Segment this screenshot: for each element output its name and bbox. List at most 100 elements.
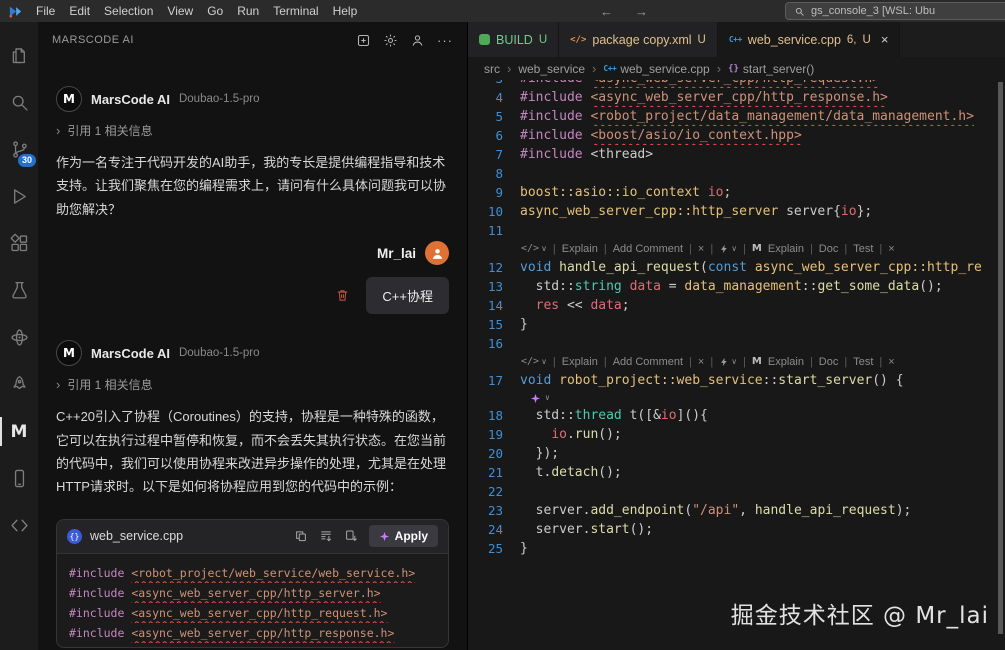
code-line[interactable]: 8 [468, 164, 1005, 183]
codelens-add-comment[interactable]: Add Comment [613, 353, 683, 371]
menu-go[interactable]: Go [200, 4, 230, 18]
code-text [520, 164, 1005, 183]
bolt-icon[interactable] [719, 244, 729, 254]
reference-toggle[interactable]: › 引用 1 相关信息 [56, 376, 449, 393]
bolt-icon[interactable] [719, 357, 729, 367]
activity-device-preview[interactable] [0, 455, 38, 502]
code-text: #include <async_web_server_cpp/http_resp… [520, 88, 1005, 107]
code-line[interactable]: 21 t.detach(); [468, 463, 1005, 482]
code-editor[interactable]: 3#include <async_web_server_cpp/http_req… [468, 80, 1005, 650]
tab-build[interactable]: BUILDU [468, 22, 559, 57]
reference-toggle[interactable]: › 引用 1 相关信息 [56, 122, 449, 139]
code-line[interactable]: 4#include <async_web_server_cpp/http_res… [468, 88, 1005, 107]
code-line[interactable]: 12void handle_api_request(const async_we… [468, 258, 1005, 277]
code-line[interactable]: 23 server.add_endpoint("/api", handle_ap… [468, 501, 1005, 520]
chevron-down-icon[interactable]: ∨ [541, 240, 547, 258]
code-line[interactable]: 16 [468, 334, 1005, 353]
activity-code-snippets[interactable] [0, 502, 38, 549]
activity-search[interactable] [0, 79, 38, 126]
activity-source-control[interactable]: 30 [0, 126, 38, 173]
editor-scrollbar[interactable] [995, 80, 1005, 650]
code-line[interactable]: 5#include <robot_project/data_management… [468, 107, 1005, 126]
activity-explorer[interactable] [0, 32, 38, 79]
breadcrumb-item-src[interactable]: src [484, 62, 500, 76]
code-line[interactable]: 24 server.start(); [468, 520, 1005, 539]
menu-edit[interactable]: Edit [62, 4, 97, 18]
codelens-doc[interactable]: Doc [819, 240, 839, 258]
activity-marscode[interactable]: M [0, 408, 38, 455]
menu-run[interactable]: Run [230, 4, 266, 18]
codelens-add-comment[interactable]: Add Comment [613, 240, 683, 258]
activity-ai-assistant[interactable] [0, 314, 38, 361]
breadcrumb-item-web-service-cpp[interactable]: C++web_service.cpp [603, 62, 709, 76]
code-line[interactable]: 25} [468, 539, 1005, 558]
activity-run-and-debug[interactable] [0, 173, 38, 220]
code-text: }); [520, 444, 1005, 463]
code-line[interactable]: 9boost::asio::io_context io; [468, 183, 1005, 202]
new-chat-icon[interactable] [356, 33, 371, 48]
menu-view[interactable]: View [160, 4, 200, 18]
codelens-test[interactable]: Test [853, 353, 873, 371]
inline-ai-sparkle[interactable]: ∨ [468, 390, 1005, 406]
codelens-explain[interactable]: Explain [562, 240, 598, 258]
watermark-text: 掘金技术社区 @ Mr_lai [731, 596, 989, 630]
tab-package-copy-xml[interactable]: </>package copy.xmlU [559, 22, 718, 57]
delete-message-icon[interactable] [335, 288, 350, 303]
menu-file[interactable]: File [29, 4, 62, 18]
agent-profile-icon[interactable] [410, 33, 425, 48]
separator: | [844, 240, 847, 258]
chevron-down-icon[interactable]: ∨ [731, 240, 737, 258]
insert-into-file-icon[interactable] [344, 529, 358, 543]
activity-remote-explorer[interactable] [0, 361, 38, 408]
back-button[interactable]: ← [600, 4, 613, 19]
codelens-close-icon[interactable]: × [698, 240, 704, 258]
breadcrumb-item-web-service[interactable]: web_service [518, 62, 585, 76]
apply-button[interactable]: Apply [369, 525, 438, 547]
chevron-down-icon[interactable]: ∨ [545, 390, 550, 406]
tab-close-icon[interactable]: × [881, 32, 889, 47]
codelens-explain[interactable]: Explain [562, 353, 598, 371]
breadcrumb-item-start-server[interactable]: {}start_server() [728, 62, 814, 76]
forward-button[interactable]: → [635, 4, 648, 19]
codelens-doc[interactable]: Doc [819, 353, 839, 371]
code-line[interactable]: 19 io.run(); [468, 425, 1005, 444]
codelens-test[interactable]: Test [853, 240, 873, 258]
codelens-marscode-explain[interactable]: Explain [768, 240, 804, 258]
activity-extensions[interactable] [0, 220, 38, 267]
code-text: #include <boost/asio/io_context.hpp> [520, 126, 1005, 145]
chevron-down-icon[interactable]: ∨ [541, 353, 547, 371]
code-line[interactable]: 10async_web_server_cpp::http_server serv… [468, 202, 1005, 221]
code-line[interactable]: 18 std::thread t([&io](){ [468, 406, 1005, 425]
code-line[interactable]: 14 res << data; [468, 296, 1005, 315]
codelens-close-icon[interactable]: × [888, 240, 894, 258]
codelens-marscode-explain[interactable]: Explain [768, 353, 804, 371]
code-line[interactable]: 22 [468, 482, 1005, 501]
chevron-down-icon[interactable]: ∨ [731, 353, 737, 371]
insert-below-icon[interactable] [319, 529, 333, 543]
tab-web-service-cpp[interactable]: C++web_service.cpp6,U× [718, 22, 901, 57]
codelens-close-icon[interactable]: × [698, 353, 704, 371]
settings-gear-icon[interactable] [383, 33, 398, 48]
line-number: 20 [468, 444, 520, 463]
scrollbar-thumb[interactable] [998, 82, 1003, 634]
code-line[interactable]: 6#include <boost/asio/io_context.hpp> [468, 126, 1005, 145]
menu-help[interactable]: Help [326, 4, 365, 18]
menu-terminal[interactable]: Terminal [266, 4, 325, 18]
code-line[interactable]: 11 [468, 221, 1005, 240]
code-line[interactable]: 20 }); [468, 444, 1005, 463]
copy-icon[interactable] [294, 529, 308, 543]
activity-testing[interactable] [0, 267, 38, 314]
line-number: 18 [468, 406, 520, 425]
code-line[interactable]: 7#include <thread> [468, 145, 1005, 164]
code-line[interactable]: 17void robot_project::web_service::start… [468, 371, 1005, 390]
code-line[interactable]: 13 std::string data = data_management::g… [468, 277, 1005, 296]
code-actions-icon[interactable]: </> [521, 240, 539, 258]
code-line[interactable]: 3#include <async_web_server_cpp/http_req… [468, 80, 1005, 88]
more-actions-icon[interactable]: ··· [437, 34, 453, 47]
code-line[interactable]: 15} [468, 315, 1005, 334]
tab-dirty-indicator: U [698, 34, 706, 46]
menu-selection[interactable]: Selection [97, 4, 160, 18]
command-center-search[interactable]: gs_console_3 [WSL: Ubu [785, 2, 1005, 20]
code-actions-icon[interactable]: </> [521, 353, 539, 371]
codelens-close-icon[interactable]: × [888, 353, 894, 371]
